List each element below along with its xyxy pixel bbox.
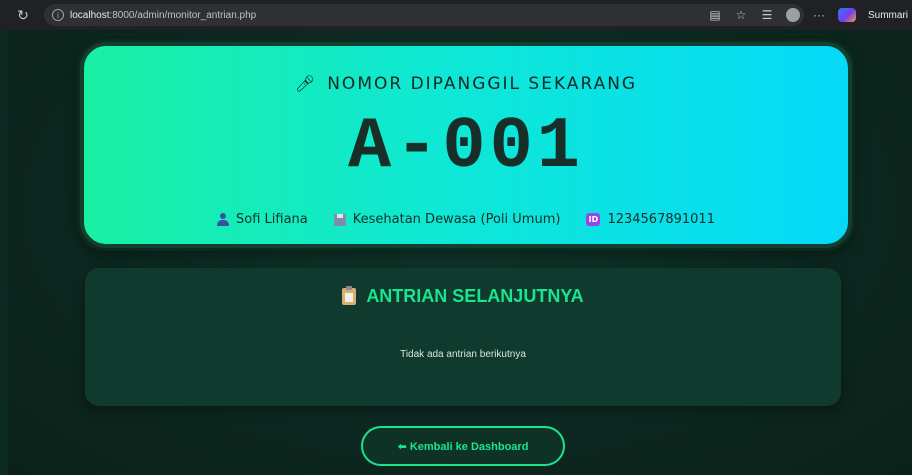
microphone-icon: 🎤︎ — [294, 74, 318, 93]
reader-mode-icon[interactable]: ▤ — [708, 8, 722, 22]
now-serving-title: 🎤︎ NOMOR DIPANGGIL SEKARANG — [84, 74, 848, 94]
url-path: :8000/admin/monitor_antrian.php — [109, 9, 257, 21]
copilot-icon[interactable] — [837, 8, 856, 22]
patient-name: Sofi Lifiana — [236, 212, 308, 227]
favorite-star-icon[interactable]: ☆ — [734, 8, 748, 22]
address-bar[interactable]: i localhost:8000/admin/monitor_antrian.p… — [44, 4, 804, 26]
browser-actions: ▤ ☆ ☰ ··· Summari — [708, 0, 912, 30]
next-queue-title: ANTRIAN SELANJUTNYA — [85, 286, 841, 307]
floppy-disk-icon — [333, 213, 346, 226]
browser-toolbar: ↻ i localhost:8000/admin/monitor_antrian… — [0, 0, 912, 30]
url-host: localhost — [70, 9, 110, 21]
clinic-item: Kesehatan Dewasa (Poli Umum) — [333, 212, 561, 227]
reload-icon[interactable]: ↻ — [12, 4, 34, 26]
clipboard-icon — [342, 286, 357, 305]
queue-number: A-001 — [347, 106, 585, 188]
person-icon — [217, 213, 230, 226]
summary-label[interactable]: Summari — [868, 10, 908, 21]
id-badge-icon: ID — [586, 213, 601, 226]
monitor-page: 🎤︎ NOMOR DIPANGGIL SEKARANG A-001 Sofi Li… — [8, 30, 912, 475]
back-to-dashboard-button[interactable]: ⬅ Kembali ke Dashboard — [361, 426, 565, 466]
now-serving-card: 🎤︎ NOMOR DIPANGGIL SEKARANG A-001 Sofi Li… — [80, 42, 852, 248]
next-queue-card: ANTRIAN SELANJUTNYA Tidak ada antrian be… — [85, 268, 841, 406]
patient-id: 1234567891011 — [607, 212, 715, 227]
favorites-list-icon[interactable]: ☰ — [760, 8, 774, 22]
next-queue-title-text: ANTRIAN SELANJUTNYA — [366, 286, 584, 306]
patient-id-item: ID 1234567891011 — [586, 212, 715, 227]
next-queue-empty-message: Tidak ada antrian berikutnya — [400, 349, 526, 360]
patient-info: Sofi Lifiana Kesehatan Dewasa (Poli Umum… — [84, 212, 848, 227]
more-options-icon[interactable]: ··· — [812, 8, 826, 22]
clinic-name: Kesehatan Dewasa (Poli Umum) — [352, 212, 561, 227]
site-info-icon[interactable]: i — [52, 9, 64, 21]
patient-name-item: Sofi Lifiana — [217, 212, 308, 227]
now-serving-title-text: NOMOR DIPANGGIL SEKARANG — [327, 74, 638, 94]
profile-avatar-icon[interactable] — [785, 8, 800, 22]
